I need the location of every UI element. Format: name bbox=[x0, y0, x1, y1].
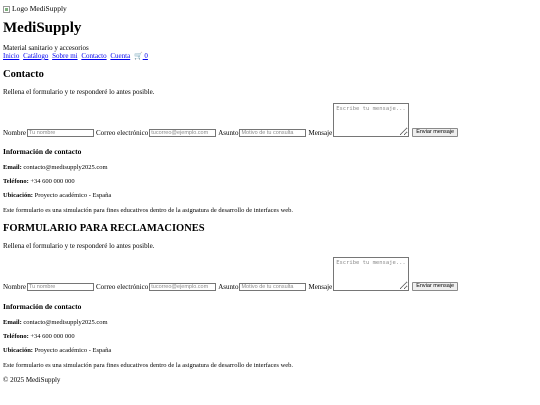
section-intro: Rellena el formulario y te responderé lo… bbox=[3, 242, 155, 250]
main-nav: Inicio Catálogo Sobre mi Contacto Cuenta… bbox=[3, 52, 150, 60]
section-title-contacto: Contacto bbox=[3, 69, 44, 80]
submit-button[interactable]: Enviar mensaje bbox=[412, 128, 459, 137]
info-email: Email: contacto@medisupply2025.com bbox=[3, 319, 108, 327]
contact-info-title: Información de contacto bbox=[3, 147, 82, 156]
email-input[interactable] bbox=[149, 283, 217, 291]
subject-input[interactable] bbox=[239, 283, 307, 291]
info-email-value: contacto@medisupply2025.com bbox=[23, 164, 108, 171]
claims-form: Nombre Correo electrónico Asunto Mensaje… bbox=[3, 257, 459, 291]
name-input[interactable] bbox=[26, 129, 94, 137]
info-phone-label: Teléfono: bbox=[3, 333, 29, 340]
message-label: Mensaje bbox=[308, 283, 333, 291]
name-label: Nombre bbox=[3, 129, 26, 137]
info-phone-label: Teléfono: bbox=[3, 178, 29, 185]
message-textarea[interactable] bbox=[333, 103, 410, 137]
nav-sobre-mi[interactable]: Sobre mi bbox=[52, 52, 77, 60]
form-disclaimer: Este formulario es una simulación para f… bbox=[3, 207, 294, 214]
email-label: Correo electrónico bbox=[95, 129, 149, 137]
cart-icon: 🛒 bbox=[133, 52, 143, 60]
email-label: Correo electrónico bbox=[95, 283, 149, 291]
info-phone: Teléfono: +34 600 000 000 bbox=[3, 333, 75, 341]
info-location: Ubicación: Proyecto académico - España bbox=[3, 347, 111, 355]
contact-info-title: Información de contacto bbox=[3, 302, 82, 311]
nav-catalogo[interactable]: Catálogo bbox=[23, 52, 48, 60]
logo: Logo MediSupply bbox=[3, 4, 67, 14]
footer-copyright: © 2025 MediSupply bbox=[3, 376, 61, 384]
info-location-value: Proyecto académico - España bbox=[34, 192, 112, 199]
logo-alt-text: Logo MediSupply bbox=[12, 4, 67, 13]
info-email-value: contacto@medisupply2025.com bbox=[23, 319, 108, 326]
info-location: Ubicación: Proyecto académico - España bbox=[3, 192, 111, 200]
nav-cart[interactable]: 🛒 0 bbox=[134, 52, 148, 60]
name-input[interactable] bbox=[26, 283, 94, 291]
info-email: Email: contacto@medisupply2025.com bbox=[3, 164, 108, 172]
info-phone: Teléfono: +34 600 000 000 bbox=[3, 178, 75, 186]
info-location-label: Ubicación: bbox=[3, 192, 33, 199]
info-phone-value: +34 600 000 000 bbox=[30, 178, 75, 185]
email-input[interactable] bbox=[149, 129, 217, 137]
broken-image-icon bbox=[3, 5, 10, 13]
subject-label: Asunto bbox=[218, 129, 239, 137]
nav-cuenta[interactable]: Cuenta bbox=[110, 52, 130, 60]
section-intro: Rellena el formulario y te responderé lo… bbox=[3, 88, 155, 96]
info-location-label: Ubicación: bbox=[3, 347, 33, 354]
subject-input[interactable] bbox=[239, 129, 307, 137]
tagline: Material sanitario y accesorios bbox=[3, 44, 89, 52]
form-disclaimer: Este formulario es una simulación para f… bbox=[3, 362, 294, 369]
subject-label: Asunto bbox=[218, 283, 239, 291]
nav-inicio[interactable]: Inicio bbox=[3, 52, 19, 60]
section-title-reclamaciones: FORMULARIO PARA RECLAMACIONES bbox=[3, 223, 205, 234]
info-email-label: Email: bbox=[3, 164, 22, 171]
info-phone-value: +34 600 000 000 bbox=[30, 333, 75, 340]
message-label: Mensaje bbox=[308, 129, 333, 137]
contact-form: Nombre Correo electrónico Asunto Mensaje… bbox=[3, 103, 459, 137]
info-location-value: Proyecto académico - España bbox=[34, 347, 112, 354]
cart-count: 0 bbox=[144, 52, 148, 60]
message-textarea[interactable] bbox=[333, 257, 410, 291]
name-label: Nombre bbox=[3, 283, 26, 291]
brand-title: MediSupply bbox=[3, 20, 82, 36]
nav-contacto[interactable]: Contacto bbox=[81, 52, 106, 60]
submit-button[interactable]: Enviar mensaje bbox=[412, 282, 459, 291]
info-email-label: Email: bbox=[3, 319, 22, 326]
